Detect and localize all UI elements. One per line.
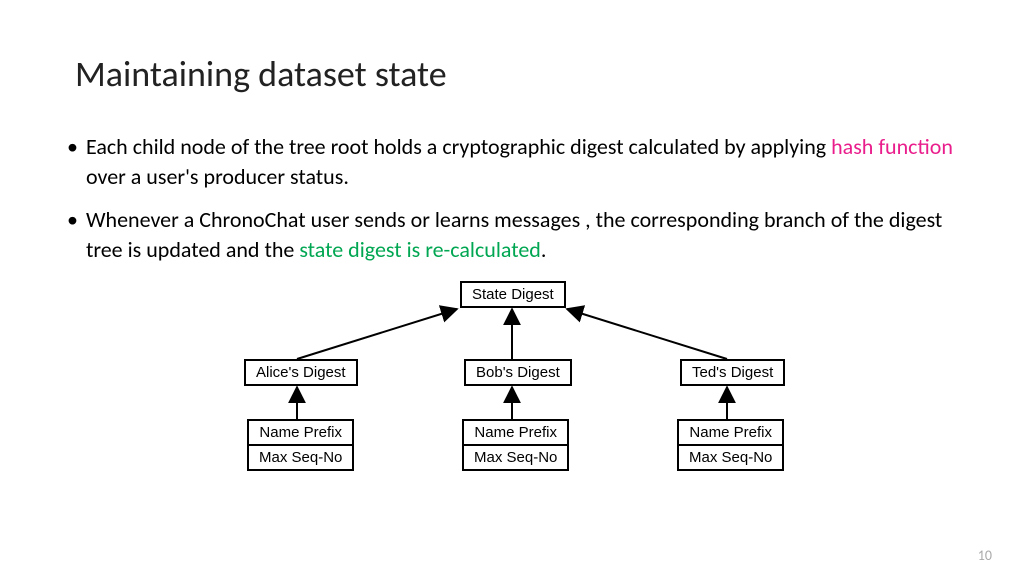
leaf-name-prefix: Name Prefix <box>677 419 784 446</box>
bullet-list: • Each child node of the tree root holds… <box>65 132 959 265</box>
child-node-bob: Bob's Digest <box>464 359 572 386</box>
child-node-alice: Alice's Digest <box>244 359 358 386</box>
text-segment: . <box>541 236 547 263</box>
text-segment: Each child node of the tree root holds a… <box>86 133 831 160</box>
leaf-stack-alice: Name Prefix Max Seq-No <box>247 419 354 471</box>
text-segment: over a user's producer status. <box>86 163 349 190</box>
leaf-max-seq: Max Seq-No <box>677 446 784 471</box>
leaf-max-seq: Max Seq-No <box>462 446 569 471</box>
bullet-marker: • <box>67 132 78 191</box>
highlight-pink: hash function <box>831 133 953 160</box>
bullet-marker: • <box>67 205 78 264</box>
bullet-item: • Whenever a ChronoChat user sends or le… <box>65 205 959 264</box>
bullet-item: • Each child node of the tree root holds… <box>65 132 959 191</box>
leaf-max-seq: Max Seq-No <box>247 446 354 471</box>
digest-tree-diagram: State Digest Alice's Digest Bob's Digest… <box>192 279 832 489</box>
page-number: 10 <box>978 547 992 564</box>
bullet-text: Whenever a ChronoChat user sends or lear… <box>86 205 959 264</box>
bullet-text: Each child node of the tree root holds a… <box>86 132 959 191</box>
leaf-name-prefix: Name Prefix <box>247 419 354 446</box>
leaf-stack-ted: Name Prefix Max Seq-No <box>677 419 784 471</box>
highlight-green: state digest is re-calculated <box>299 236 541 263</box>
slide-title: Maintaining dataset state <box>75 52 959 96</box>
leaf-stack-bob: Name Prefix Max Seq-No <box>462 419 569 471</box>
child-node-ted: Ted's Digest <box>680 359 785 386</box>
root-node: State Digest <box>460 281 566 308</box>
leaf-name-prefix: Name Prefix <box>462 419 569 446</box>
